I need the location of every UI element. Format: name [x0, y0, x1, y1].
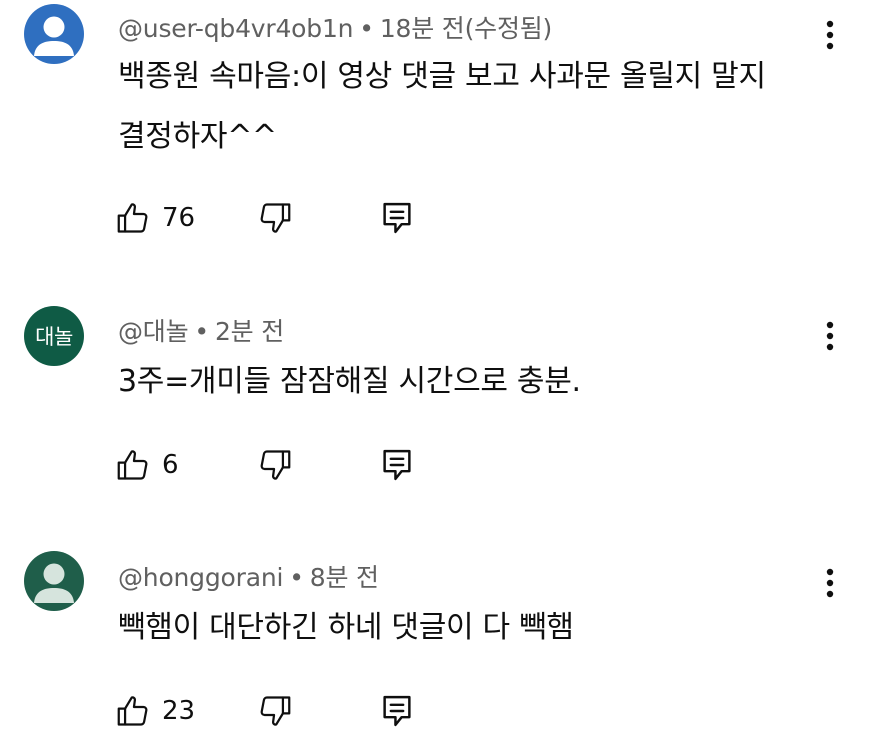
comment-meta: @honggorani • 8분 전 — [118, 558, 379, 594]
comment-text: 백종원 속마음:이 영상 댓글 보고 사과문 올릴지 말지 결정하자^^ — [118, 47, 818, 167]
like-button[interactable]: 76 — [114, 196, 195, 240]
comment-actions: 23 — [114, 689, 434, 733]
meta-separator: • — [359, 14, 374, 43]
dislike-icon — [260, 450, 291, 480]
comment-time[interactable]: 18분 전(수정됨) — [380, 14, 552, 43]
comment-text-line: 결정하자^^ — [118, 119, 277, 154]
reply-icon — [383, 695, 411, 727]
comment-meta: @user-qb4vr4ob1n • 18분 전(수정됨) — [118, 9, 552, 45]
reply-icon — [383, 449, 411, 481]
meta-separator: • — [194, 317, 209, 346]
default-user-icon — [34, 16, 74, 56]
comment-meta: @대놀 • 2분 전 — [118, 312, 284, 348]
comment-author[interactable]: @대놀 — [118, 317, 189, 346]
like-button[interactable]: 23 — [114, 689, 195, 733]
comment-author[interactable]: @user-qb4vr4ob1n — [118, 14, 353, 43]
comment-author[interactable]: @honggorani — [118, 563, 283, 592]
meta-separator: • — [289, 563, 304, 592]
dislike-button[interactable] — [256, 689, 294, 733]
more-vert-icon[interactable] — [815, 13, 845, 57]
reply-button[interactable] — [380, 443, 414, 487]
default-user-icon — [34, 563, 74, 603]
more-vert-icon[interactable] — [815, 314, 845, 358]
comment-thread: 대놀 @대놀 • 2분 전 3주=개미들 잠잠해질 시간으로 충분. 6 — [0, 300, 884, 530]
like-icon — [117, 450, 148, 480]
comment-actions: 6 — [114, 443, 434, 487]
comment-text-line: 백종원 속마음:이 영상 댓글 보고 사과문 올릴지 말지 — [118, 59, 766, 94]
avatar[interactable] — [24, 551, 84, 611]
comment-thread: @user-qb4vr4ob1n • 18분 전(수정됨) 백종원 속마음:이 영상… — [0, 0, 884, 260]
avatar[interactable] — [24, 4, 84, 64]
comment-actions: 76 — [114, 196, 434, 240]
avatar-label: 대놀 — [35, 325, 73, 349]
comment-time[interactable]: 2분 전 — [215, 317, 284, 346]
comment-text: 빽햄이 대단하긴 하네 댓글이 다 빽햄 — [118, 598, 818, 658]
more-vert-icon[interactable] — [815, 561, 845, 605]
dislike-button[interactable] — [256, 443, 294, 487]
comment-thread: @honggorani • 8분 전 빽햄이 대단하긴 하네 댓글이 다 빽햄 23 — [0, 548, 884, 727]
like-button[interactable]: 6 — [114, 443, 179, 487]
comment-text: 3주=개미들 잠잠해질 시간으로 충분. — [118, 352, 818, 412]
like-icon — [117, 696, 148, 726]
like-count: 76 — [162, 203, 196, 233]
dislike-icon — [260, 203, 291, 233]
like-icon — [117, 203, 148, 233]
reply-icon — [383, 202, 411, 234]
avatar[interactable]: 대놀 — [24, 306, 84, 366]
reply-button[interactable] — [380, 196, 414, 240]
like-count: 6 — [162, 450, 179, 480]
comment-text-line: 3주=개미들 잠잠해질 시간으로 충분. — [118, 364, 581, 399]
comment-time[interactable]: 8분 전 — [310, 563, 379, 592]
dislike-icon — [260, 696, 291, 726]
dislike-button[interactable] — [256, 196, 294, 240]
reply-button[interactable] — [380, 689, 414, 733]
comment-text-line: 빽햄이 대단하긴 하네 댓글이 다 빽햄 — [118, 610, 574, 645]
